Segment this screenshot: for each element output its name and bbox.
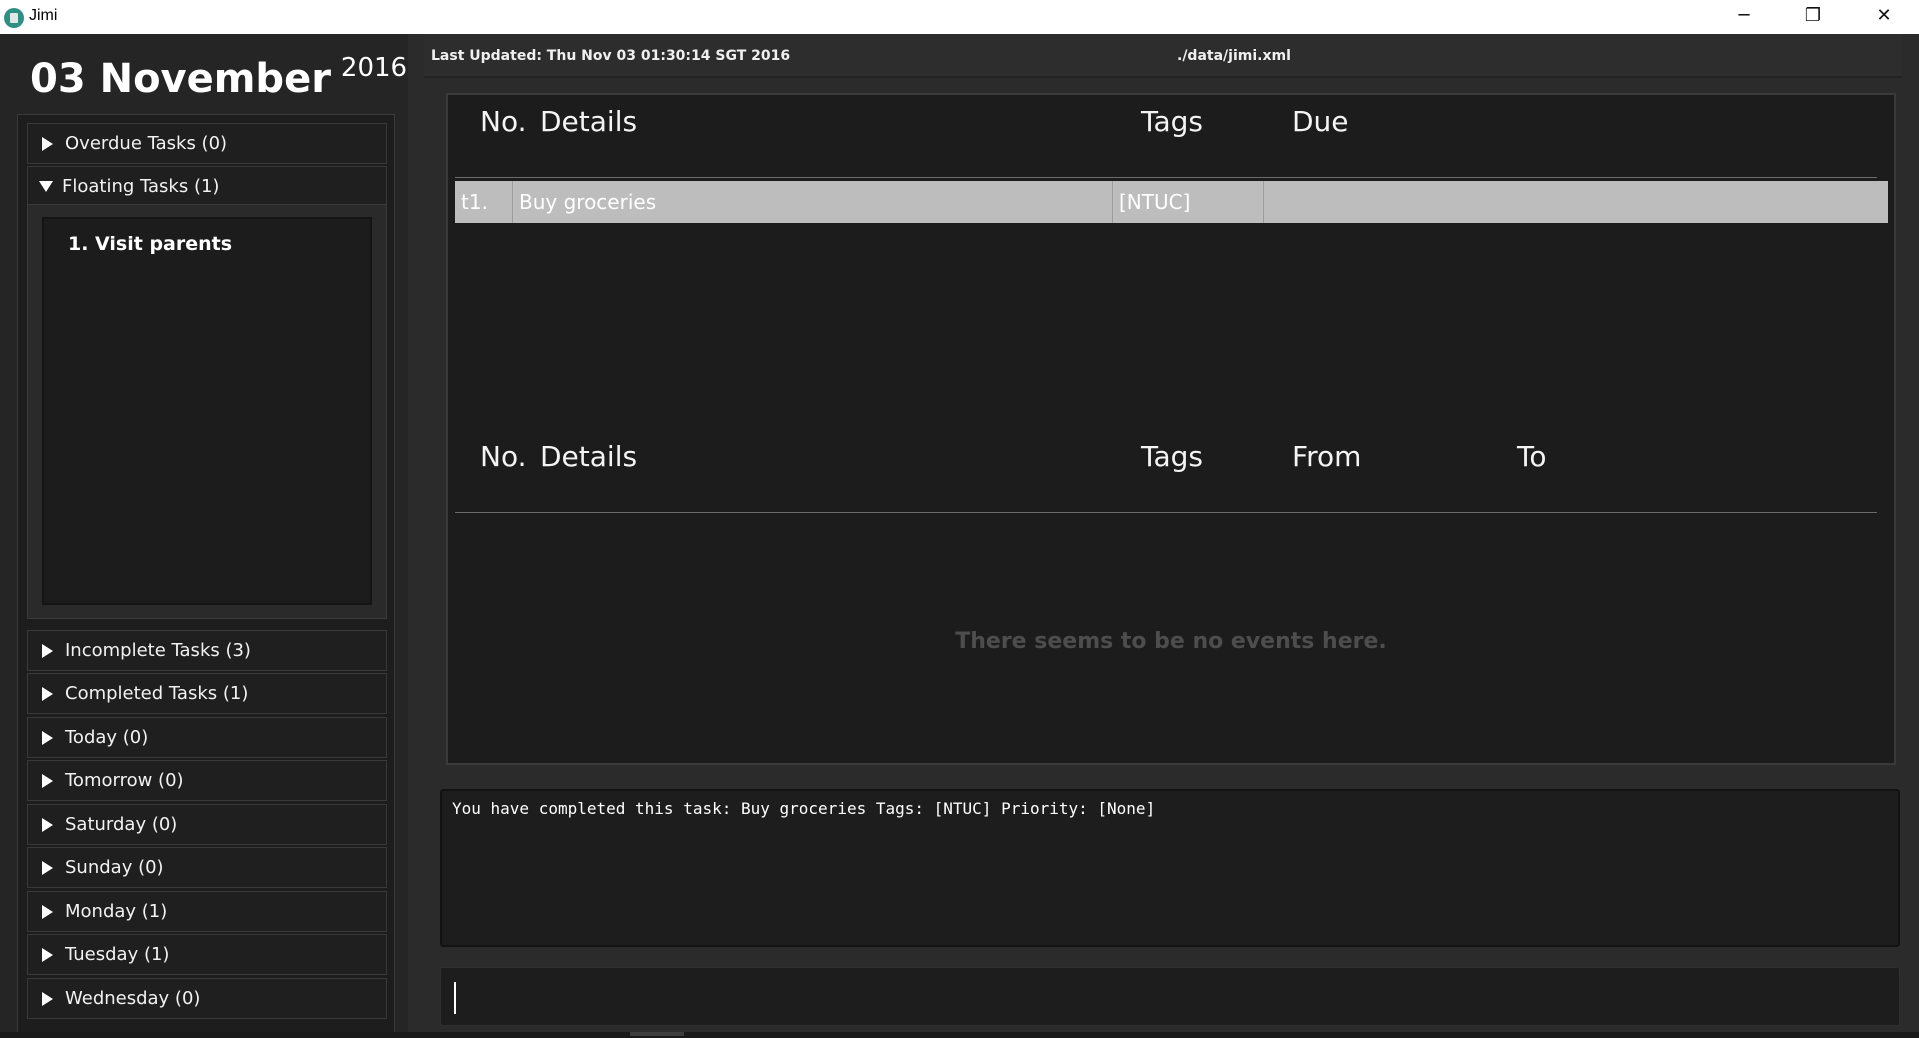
accordion-completed-tasks[interactable]: Completed Tasks (1) [27,673,387,714]
accordion-floating-tasks[interactable]: Floating Tasks (1) [27,166,387,207]
accordion-label: Monday (1) [65,901,168,922]
expand-arrow-icon [42,643,53,658]
tasks-col-no: No. [480,105,527,138]
events-col-details: Details [540,440,638,473]
expand-arrow-icon [42,947,53,962]
status-header: Last Updated: Thu Nov 03 01:30:14 SGT 20… [424,34,1904,78]
events-col-tags: Tags [1141,440,1203,473]
accordion-label: Today (0) [65,727,149,748]
accordion-label: Saturday (0) [65,814,178,835]
minimize-icon[interactable]: ─ [1709,0,1779,34]
events-col-to: To [1517,440,1547,473]
empty-events-placeholder: There seems to be no events here. [955,629,1387,654]
expand-arrow-icon [42,860,53,875]
command-input[interactable] [440,967,1900,1026]
close-icon[interactable]: ✕ [1849,0,1919,34]
accordion-sunday[interactable]: Sunday (0) [27,847,387,888]
tasks-header-divider [455,177,1877,178]
accordion-incomplete-tasks[interactable]: Incomplete Tasks (3) [27,630,387,671]
expand-arrow-icon [42,817,53,832]
accordion-label: Tuesday (1) [65,944,170,965]
floating-tasks-panel: 1. Visit parents [27,204,387,619]
accordion-today[interactable]: Today (0) [27,717,387,758]
accordion-label: Sunday (0) [65,857,164,878]
maximize-icon[interactable]: ❐ [1778,0,1848,34]
accordion-label: Incomplete Tasks (3) [65,640,251,661]
accordion-tuesday[interactable]: Tuesday (1) [27,934,387,975]
date-year: 2016 [340,53,408,83]
expand-arrow-icon [42,904,53,919]
text-caret [454,982,456,1014]
accordion-label: Tomorrow (0) [65,770,184,791]
date-day-month: 03 November [30,56,331,102]
main-panel: Last Updated: Thu Nov 03 01:30:14 SGT 20… [424,34,1919,1034]
bottom-edge [0,1032,1919,1038]
result-text: You have completed this task: Buy grocer… [452,799,1156,818]
events-col-from: From [1292,440,1362,473]
file-path-text: ./data/jimi.xml [1177,48,1291,64]
expand-arrow-icon [42,991,53,1006]
lists-area: No. Details Tags Due t1. Buy groceries [… [446,93,1896,765]
events-header-divider [455,512,1877,513]
left-panel: 03 November 2016 Overdue Tasks (0) Floati… [0,34,408,1038]
task-due-cell [1264,181,1888,223]
list-item[interactable]: 1. Visit parents [68,233,232,255]
expand-arrow-icon [42,686,53,701]
tasks-col-tags: Tags [1141,105,1203,138]
resize-handle[interactable] [630,1032,684,1036]
events-col-no: No. [480,440,527,473]
expand-arrow-icon [42,730,53,745]
task-accordion: Overdue Tasks (0) Floating Tasks (1) 1. … [17,114,395,1038]
task-no-cell: t1. [455,181,513,223]
last-updated-text: Last Updated: Thu Nov 03 01:30:14 SGT 20… [431,48,791,64]
window-edge [1902,34,1919,1034]
collapse-arrow-icon [39,181,53,192]
app-icon [4,8,24,28]
task-details-cell: Buy groceries [513,181,1113,223]
accordion-label: Floating Tasks (1) [62,176,220,197]
floating-tasks-list[interactable]: 1. Visit parents [42,217,372,605]
tasks-col-details: Details [540,105,638,138]
expand-arrow-icon [42,773,53,788]
accordion-wednesday[interactable]: Wednesday (0) [27,978,387,1019]
date-display: 03 November 2016 [30,53,408,102]
accordion-label: Overdue Tasks (0) [65,133,228,154]
tasks-col-due: Due [1292,105,1349,138]
accordion-label: Completed Tasks (1) [65,683,249,704]
accordion-overdue-tasks[interactable]: Overdue Tasks (0) [27,123,387,164]
accordion-tomorrow[interactable]: Tomorrow (0) [27,760,387,801]
table-row[interactable]: t1. Buy groceries [NTUC] [455,181,1888,223]
accordion-monday[interactable]: Monday (1) [27,891,387,932]
title-bar: Jimi ─ ❐ ✕ [0,0,1919,34]
accordion-label: Wednesday (0) [65,988,201,1009]
accordion-saturday[interactable]: Saturday (0) [27,804,387,845]
result-display: You have completed this task: Buy grocer… [440,789,1900,947]
task-tags-cell: [NTUC] [1113,181,1264,223]
window-title: Jimi [29,7,58,24]
expand-arrow-icon [42,136,53,151]
